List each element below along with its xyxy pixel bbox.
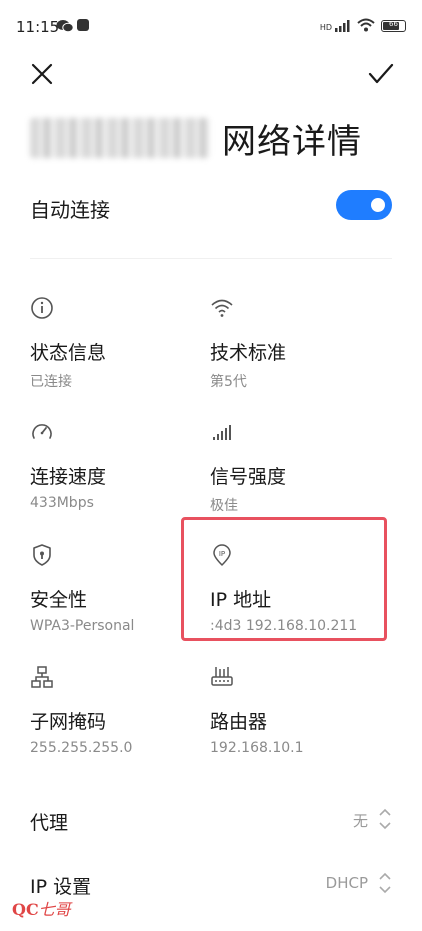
wifi-status-icon [357,17,375,36]
detail-value: 极佳 [210,498,238,514]
setting-label: 代理 [30,812,69,834]
detail-router: 路由器 192.168.10.1 [210,665,380,765]
detail-label: 子网掩码 [30,711,107,733]
watermark: QC七哥 [12,896,71,920]
battery-icon: 66 [381,20,406,32]
confirm-button[interactable] [368,62,394,86]
detail-speed: 连接速度 433Mbps [30,420,200,520]
status-bar: 11:15 HD 66 [0,0,422,56]
info-icon [30,296,54,320]
close-icon [31,63,53,85]
detail-value: 已连接 [30,374,72,390]
setting-value: 无 [352,812,368,830]
network-tree-icon [30,665,54,689]
chevron-up-down-icon [378,806,392,832]
wifi-icon [210,296,234,320]
wechat-notification-icon [56,19,74,37]
ip-setting-row[interactable]: IP 设置 DHCP [30,864,392,904]
detail-value: 192.168.10.1 [210,740,304,756]
setting-label: IP 设置 [30,876,92,898]
page-title: 网络详情 [30,112,362,164]
detail-label: 安全性 [30,589,88,611]
chevron-up-down-icon [378,870,392,896]
detail-label: 连接速度 [30,466,107,488]
app-notification-icon [77,19,89,31]
cellular-signal-icon: HD [320,20,351,32]
setting-value: DHCP [325,874,368,892]
watermark-chinese: 七哥 [38,900,71,919]
detail-signal: 信号强度 极佳 [210,420,380,520]
battery-level: 66 [389,20,398,28]
detail-standard: 技术标准 第5代 [210,296,380,396]
router-icon [210,665,234,689]
shield-lock-icon [30,543,54,567]
auto-connect-row[interactable]: 自动连接 [30,186,392,226]
status-icons: HD 66 [320,16,406,36]
ssid-redacted [30,118,210,158]
detail-value: 255.255.255.0 [30,740,133,756]
highlight-box [181,517,387,641]
hd-label: HD [319,23,332,32]
check-icon [368,63,394,84]
detail-label: 信号强度 [210,466,287,488]
detail-label: 技术标准 [210,342,287,364]
auto-connect-label: 自动连接 [30,198,110,222]
detail-status: 状态信息 已连接 [30,296,200,396]
speedometer-icon [30,420,54,444]
detail-label: 路由器 [210,711,268,733]
page-title-text: 网络详情 [222,121,362,162]
detail-label: 状态信息 [30,342,107,364]
detail-value: 433Mbps [30,495,94,511]
status-time: 11:15 [16,18,60,36]
proxy-setting-row[interactable]: 代理 无 [30,800,392,840]
watermark-latin: QC [12,900,39,919]
signal-bars-icon [210,420,234,444]
close-button[interactable] [30,62,54,86]
detail-value: 第5代 [210,374,247,390]
detail-value: WPA3-Personal [30,618,135,634]
detail-security: 安全性 WPA3-Personal [30,543,200,643]
auto-connect-toggle[interactable] [336,190,392,220]
detail-subnet-mask: 子网掩码 255.255.255.0 [30,665,200,765]
divider [30,258,392,259]
